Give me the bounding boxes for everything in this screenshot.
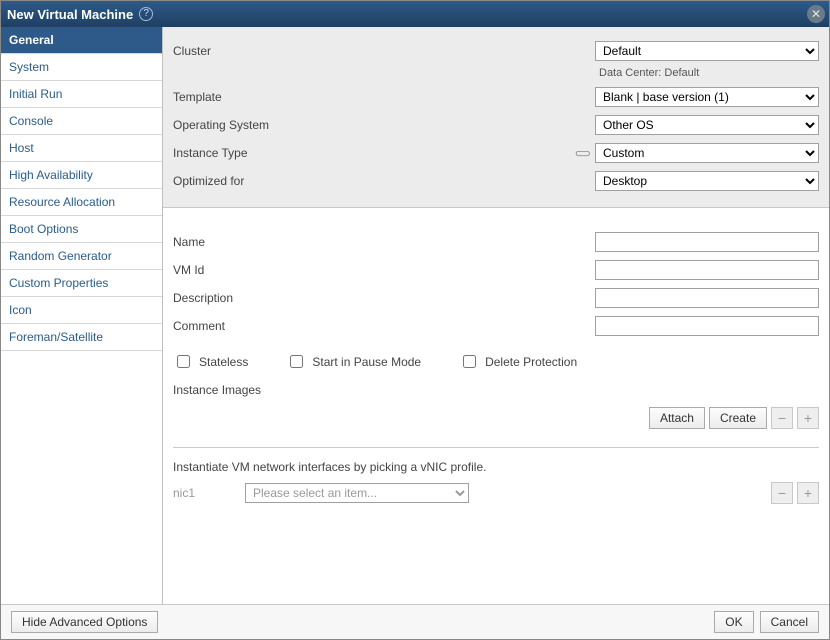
- titlebar: New Virtual Machine ? ✕: [1, 1, 829, 27]
- stateless-checkbox-label[interactable]: Stateless: [173, 352, 248, 371]
- sidebar-item-general[interactable]: General: [1, 27, 162, 54]
- cancel-button[interactable]: Cancel: [760, 611, 819, 633]
- new-vm-dialog: New Virtual Machine ? ✕ General System I…: [0, 0, 830, 640]
- pause-text: Start in Pause Mode: [312, 355, 421, 369]
- image-add-button[interactable]: +: [797, 407, 819, 429]
- attach-button[interactable]: Attach: [649, 407, 705, 429]
- dialog-body: General System Initial Run Console Host …: [1, 27, 829, 604]
- delete-protection-checkbox-label[interactable]: Delete Protection: [459, 352, 577, 371]
- stateless-text: Stateless: [199, 355, 248, 369]
- cluster-subtext: Data Center: Default: [595, 65, 819, 81]
- template-label: Template: [173, 90, 403, 104]
- image-remove-button[interactable]: −: [771, 407, 793, 429]
- instance-type-select[interactable]: Custom: [595, 143, 819, 163]
- description-input[interactable]: [595, 288, 819, 308]
- separator: [173, 447, 819, 448]
- dialog-title: New Virtual Machine: [7, 7, 133, 22]
- delete-protection-checkbox[interactable]: [463, 355, 476, 368]
- pause-checkbox[interactable]: [290, 355, 303, 368]
- instance-type-label: Instance Type: [173, 146, 403, 160]
- instance-images-actions: Attach Create − +: [173, 407, 819, 429]
- toggle-advanced-button[interactable]: Hide Advanced Options: [11, 611, 158, 633]
- ok-button[interactable]: OK: [714, 611, 753, 633]
- name-input[interactable]: [595, 232, 819, 252]
- os-select[interactable]: Other OS: [595, 115, 819, 135]
- nic-row: nic1 Please select an item... − +: [173, 482, 819, 504]
- mid-section: Name VM Id Description Comment: [163, 208, 829, 514]
- cluster-label: Cluster: [173, 44, 403, 58]
- optimized-select[interactable]: Desktop: [595, 171, 819, 191]
- sidebar-item-foreman[interactable]: Foreman/Satellite: [1, 324, 162, 351]
- pause-checkbox-label[interactable]: Start in Pause Mode: [286, 352, 421, 371]
- sidebar: General System Initial Run Console Host …: [1, 27, 163, 604]
- sidebar-item-boot-options[interactable]: Boot Options: [1, 216, 162, 243]
- instance-images-heading: Instance Images: [173, 383, 819, 397]
- delete-protection-text: Delete Protection: [485, 355, 577, 369]
- comment-input[interactable]: [595, 316, 819, 336]
- nic1-select[interactable]: Please select an item...: [245, 483, 469, 503]
- template-select[interactable]: Blank | base version (1): [595, 87, 819, 107]
- sidebar-item-resource-allocation[interactable]: Resource Allocation: [1, 189, 162, 216]
- chain-icon: ⊂⊃: [575, 147, 589, 160]
- name-label: Name: [173, 235, 403, 249]
- top-section: Cluster Default Data Center: Default Tem…: [163, 27, 829, 208]
- sidebar-item-system[interactable]: System: [1, 54, 162, 81]
- create-button[interactable]: Create: [709, 407, 767, 429]
- sidebar-item-high-availability[interactable]: High Availability: [1, 162, 162, 189]
- sidebar-item-host[interactable]: Host: [1, 135, 162, 162]
- flags-row: Stateless Start in Pause Mode Delete Pro…: [173, 352, 819, 371]
- nic-remove-button[interactable]: −: [771, 482, 793, 504]
- vmid-input[interactable]: [595, 260, 819, 280]
- sidebar-item-random-generator[interactable]: Random Generator: [1, 243, 162, 270]
- nic-hint: Instantiate VM network interfaces by pic…: [173, 460, 819, 474]
- main-panel: Cluster Default Data Center: Default Tem…: [163, 27, 829, 604]
- sidebar-item-initial-run[interactable]: Initial Run: [1, 81, 162, 108]
- footer: Hide Advanced Options OK Cancel: [1, 604, 829, 639]
- sidebar-item-console[interactable]: Console: [1, 108, 162, 135]
- nic-add-button[interactable]: +: [797, 482, 819, 504]
- sidebar-item-icon[interactable]: Icon: [1, 297, 162, 324]
- stateless-checkbox[interactable]: [177, 355, 190, 368]
- optimized-label: Optimized for: [173, 174, 403, 188]
- help-icon[interactable]: ?: [139, 7, 153, 21]
- os-label: Operating System: [173, 118, 403, 132]
- cluster-select[interactable]: Default: [595, 41, 819, 61]
- nic1-label: nic1: [173, 486, 233, 500]
- close-icon[interactable]: ✕: [807, 5, 825, 23]
- sidebar-item-custom-properties[interactable]: Custom Properties: [1, 270, 162, 297]
- comment-label: Comment: [173, 319, 403, 333]
- description-label: Description: [173, 291, 403, 305]
- vmid-label: VM Id: [173, 263, 403, 277]
